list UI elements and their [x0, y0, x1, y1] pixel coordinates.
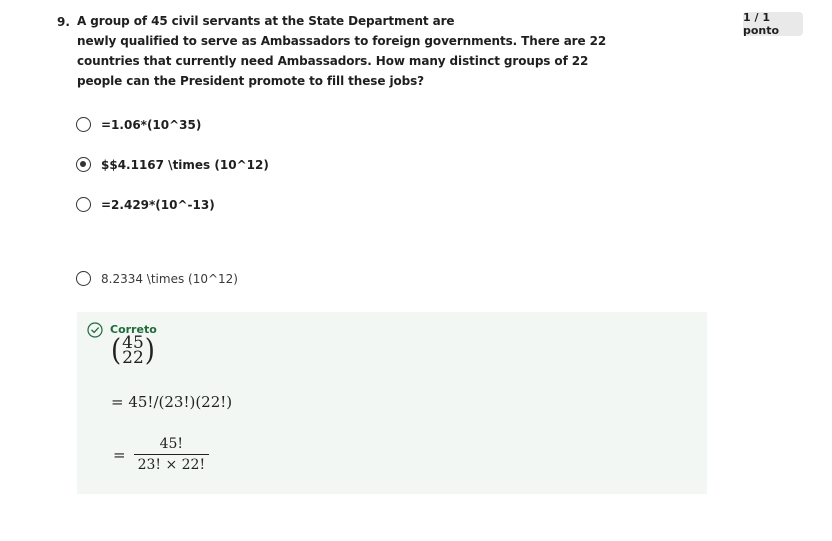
- question-line: countries that currently need Ambassador…: [77, 54, 589, 68]
- left-paren: (: [111, 333, 122, 369]
- answer-option-4[interactable]: 8.2334 \times (10^12): [76, 271, 238, 286]
- question-text: A group of 45 civil servants at the Stat…: [77, 11, 607, 91]
- binomial-bottom: 22: [122, 348, 144, 368]
- question-line: newly qualified to serve as Ambassadors …: [77, 34, 607, 48]
- radio-button[interactable]: [76, 117, 91, 132]
- radio-button[interactable]: [76, 271, 91, 286]
- quiz-page: 9. A group of 45 civil servants at the S…: [0, 0, 832, 541]
- fraction-numerator: 45!: [159, 436, 184, 452]
- score-badge: 1 / 1 ponto: [743, 11, 803, 37]
- question-line: people can the President promote to fill…: [77, 74, 424, 88]
- answer-option-3[interactable]: =2.429*(10^-13): [76, 197, 215, 212]
- binomial-coefficient: ( 45 22 ): [111, 333, 155, 369]
- radio-button[interactable]: [76, 197, 91, 212]
- question-number: 9.: [57, 15, 70, 29]
- option-label: $$4.1167 \times (10^12): [101, 157, 269, 172]
- fraction: 45! 23! × 22!: [133, 436, 210, 473]
- answer-option-2[interactable]: $$4.1167 \times (10^12): [76, 157, 269, 172]
- question-line: A group of 45 civil servants at the Stat…: [77, 14, 455, 28]
- option-label: =1.06*(10^35): [101, 117, 202, 132]
- radio-button-selected[interactable]: [76, 157, 91, 172]
- binomial-stack: 45 22: [122, 335, 144, 368]
- feedback-panel: Correto ( 45 22 ) = 45!/(23!)(22!) = 45!…: [77, 312, 707, 494]
- option-label: 8.2334 \times (10^12): [101, 271, 238, 286]
- fraction-equation: = 45! 23! × 22!: [113, 436, 210, 473]
- equals-sign: =: [113, 445, 126, 464]
- option-label: =2.429*(10^-13): [101, 197, 215, 212]
- right-paren: ): [144, 333, 155, 369]
- check-circle-icon: [87, 322, 103, 338]
- fraction-denominator: 23! × 22!: [137, 457, 206, 473]
- equation-line: = 45!/(23!)(22!): [111, 393, 233, 411]
- answer-option-1[interactable]: =1.06*(10^35): [76, 117, 201, 132]
